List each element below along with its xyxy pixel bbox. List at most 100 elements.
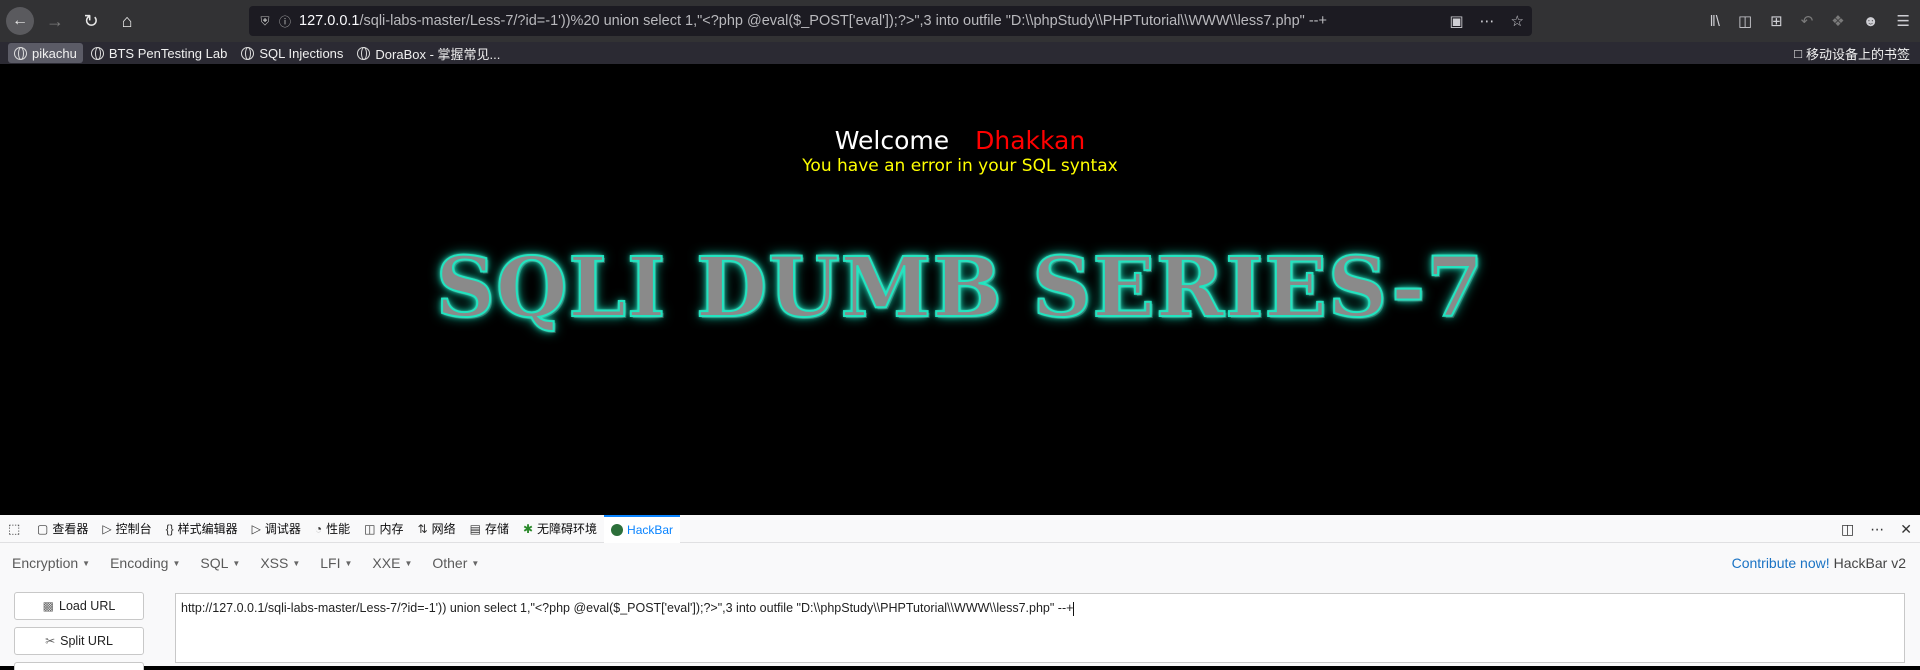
devtools-panel: ⬚ ▢ 查看器 ▷ 控制台 {} 样式编辑器 ▷ 调试器 ◔ 性能 ◫ 内存 ⇅ 网络 ▤ 存储… <box>0 514 1920 670</box>
tab-debugger[interactable]: ▷ 调试器 <box>245 515 308 543</box>
forward-icon: → <box>46 10 64 31</box>
contribute-link[interactable]: Contribute now! <box>1732 555 1830 571</box>
welcome-text: Welcome <box>834 126 950 155</box>
load-icon: ▩ <box>42 599 55 613</box>
hackbar-icon <box>611 523 624 536</box>
globe-icon <box>241 46 255 60</box>
library-icon[interactable]: ‖\ <box>1710 13 1720 30</box>
network-icon: ⇅ <box>417 521 428 536</box>
forward-button[interactable]: → <box>40 6 70 36</box>
tab-storage[interactable]: ▤ 存储 <box>463 515 516 543</box>
globe-icon <box>90 46 104 60</box>
tab-network[interactable]: ⇅ 网络 <box>411 515 463 543</box>
mobile-bookmarks-label: 移动设备上的书签 <box>1805 46 1910 62</box>
inspector-icon: ▢ <box>37 521 49 536</box>
address-bar[interactable]: ⛨ ⓘ 127.0.0.1/sqli-labs-master/Less-7/?i… <box>249 6 1532 36</box>
devtools-more-icon[interactable]: ⋯ <box>1870 521 1884 538</box>
menu-xxe[interactable]: XXE ▼ <box>372 555 412 571</box>
globe-icon <box>357 46 371 60</box>
bookmarks-bar: pikachu BTS PenTesting Lab SQL Injection… <box>0 42 1920 64</box>
dock-icon[interactable]: ◫ <box>1841 521 1854 538</box>
close-icon[interactable]: ✕ <box>1900 521 1912 538</box>
menu-other[interactable]: Other ▼ <box>432 555 479 571</box>
caret-down-icon: ▼ <box>292 558 301 568</box>
braces-icon: {} <box>165 521 174 536</box>
bookmark-dorabox[interactable]: DoraBox - 掌握常见... <box>351 43 506 63</box>
memory-icon: ◫ <box>364 521 376 536</box>
tab-memory[interactable]: ◫ 内存 <box>357 515 410 543</box>
caret-down-icon: ▼ <box>344 558 353 568</box>
bookmark-bts[interactable]: BTS PenTesting Lab <box>85 43 234 63</box>
hackbar-menu: Encryption ▼ Encoding ▼ SQL ▼ XSS ▼ LFI ▼ XXE… <box>12 549 1908 577</box>
account-icon[interactable]: ☻ <box>1863 13 1879 30</box>
accessibility-icon: ✱ <box>522 521 534 536</box>
page-content: Welcome Dhakkan You have an error in your… <box>0 64 1920 515</box>
bookmark-label: pikachu <box>32 45 77 61</box>
welcome-line: Welcome Dhakkan <box>0 126 1920 155</box>
menu-encoding[interactable]: Encoding ▼ <box>110 555 180 571</box>
extension-icon[interactable]: ❖ <box>1831 12 1844 30</box>
tab-hackbar[interactable]: HackBar <box>604 514 681 543</box>
menu-icon[interactable]: ☰ <box>1897 12 1910 30</box>
text-cursor <box>1073 601 1075 616</box>
bookmark-pikachu[interactable]: pikachu <box>8 43 83 63</box>
bookmark-label: SQL Injections <box>259 45 344 61</box>
folder-icon: □ <box>1794 45 1802 61</box>
reload-icon: ↻ <box>83 10 99 31</box>
reload-button[interactable]: ↻ <box>76 6 106 36</box>
execute-button[interactable] <box>14 662 144 670</box>
hackbar-contribute: Contribute now! HackBar v2 <box>1732 549 1906 577</box>
sql-error-message: You have an error in your SQL syntax <box>802 156 1118 176</box>
star-icon[interactable]: ☆ <box>1511 12 1524 30</box>
menu-encryption[interactable]: Encryption ▼ <box>12 555 90 571</box>
hackbar-url-text: http://127.0.0.1/sqli-labs-master/Less-7… <box>181 601 1074 615</box>
qr-icon[interactable]: ▣ <box>1449 12 1463 30</box>
browser-toolbar: ← → ↻ ⌂ ⛨ ⓘ 127.0.0.1/sqli-labs-master/L… <box>0 0 1920 42</box>
undo-icon[interactable]: ↶ <box>1801 12 1814 30</box>
tab-console[interactable]: ▷ 控制台 <box>95 515 158 543</box>
menu-xss[interactable]: XSS ▼ <box>260 555 300 571</box>
tab-inspector[interactable]: ▢ 查看器 <box>30 515 95 543</box>
back-icon: ← <box>12 12 28 29</box>
more-icon[interactable]: ⋯ <box>1480 12 1495 30</box>
shield-icon[interactable]: ⛨ <box>255 14 275 29</box>
performance-icon: ◔ <box>314 521 323 536</box>
caret-down-icon: ▼ <box>404 558 413 568</box>
banner-text: SQLI DUMB SERIES-7 <box>435 239 1485 337</box>
crop-icon[interactable]: ⊞ <box>1770 12 1783 30</box>
username: Dhakkan <box>975 126 1086 155</box>
bookmark-label: BTS PenTesting Lab <box>108 45 228 61</box>
debugger-icon: ▷ <box>251 521 261 536</box>
tab-style-editor[interactable]: {} 样式编辑器 <box>159 515 245 543</box>
element-picker-icon[interactable]: ⬚ <box>8 521 30 537</box>
hackbar-url-input[interactable]: http://127.0.0.1/sqli-labs-master/Less-7… <box>175 593 1905 663</box>
reader-icon[interactable]: ◫ <box>1738 12 1752 30</box>
hackbar-version: HackBar v2 <box>1833 555 1906 571</box>
home-button[interactable]: ⌂ <box>112 6 142 36</box>
url-path: /sqli-labs-master/Less-7/?id=-1'))%20 un… <box>359 13 1327 29</box>
series-banner: SQLI DUMB SERIES-7 <box>0 239 1920 337</box>
menu-lfi[interactable]: LFI ▼ <box>320 555 352 571</box>
back-button[interactable]: ← <box>6 7 34 35</box>
home-icon: ⌂ <box>121 10 133 31</box>
split-url-button[interactable]: ✂ Split URL <box>14 627 144 655</box>
mobile-bookmarks[interactable]: □ 移动设备上的书签 <box>1794 42 1910 64</box>
storage-icon: ▤ <box>469 521 481 536</box>
url-text[interactable]: 127.0.0.1/sqli-labs-master/Less-7/?id=-1… <box>299 13 1327 29</box>
info-icon[interactable]: ⓘ <box>275 13 295 30</box>
scissors-icon: ✂ <box>45 634 56 648</box>
globe-icon <box>14 46 27 60</box>
bookmark-label: DoraBox - 掌握常见... <box>375 46 501 62</box>
url-host: 127.0.0.1 <box>299 13 360 29</box>
console-icon: ▷ <box>102 521 112 536</box>
tab-accessibility[interactable]: ✱ 无障碍环境 <box>516 515 604 543</box>
tab-performance[interactable]: ◔ 性能 <box>308 515 357 543</box>
menu-sql[interactable]: SQL ▼ <box>200 555 240 571</box>
devtools-tabs: ⬚ ▢ 查看器 ▷ 控制台 {} 样式编辑器 ▷ 调试器 ◔ 性能 ◫ 内存 ⇅ 网络 ▤ 存储… <box>0 514 1920 543</box>
caret-down-icon: ▼ <box>172 558 181 568</box>
caret-down-icon: ▼ <box>232 558 241 568</box>
caret-down-icon: ▼ <box>471 558 480 568</box>
bookmark-sql-injections[interactable]: SQL Injections <box>235 43 349 63</box>
caret-down-icon: ▼ <box>82 558 91 568</box>
load-url-button[interactable]: ▩ Load URL <box>14 592 144 620</box>
